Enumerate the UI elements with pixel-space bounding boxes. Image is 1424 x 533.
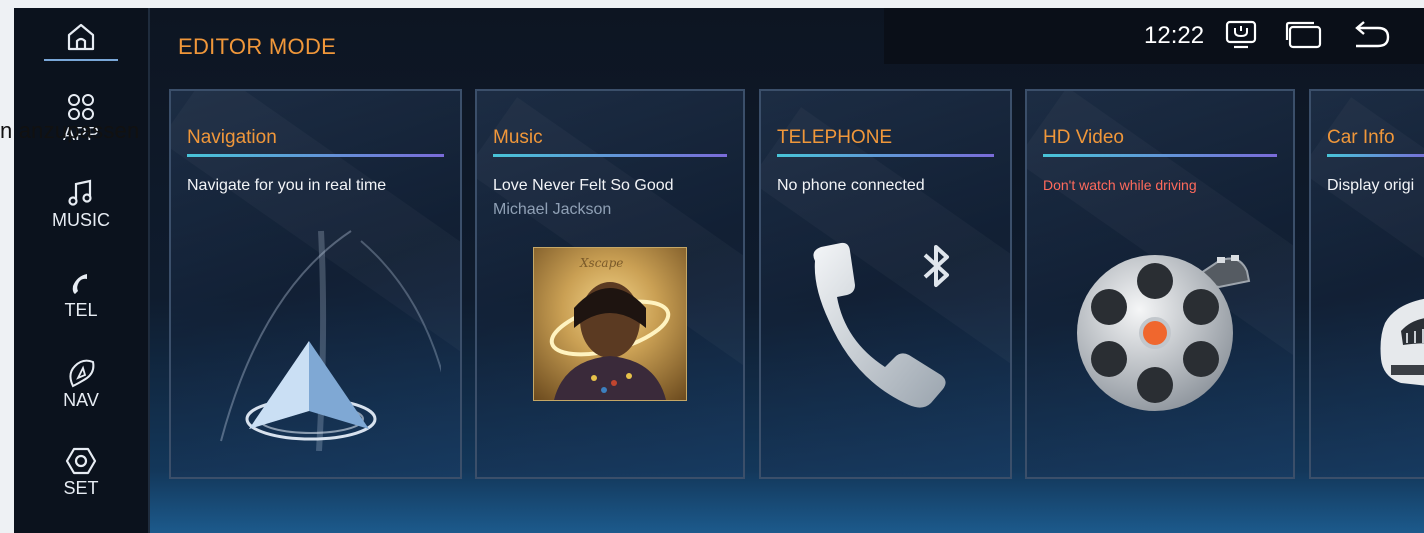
card-title: Music [493,127,543,148]
sidebar-item-music[interactable]: MUSIC [14,178,148,231]
card-divider [777,154,994,157]
card-title: TELEPHONE [777,127,893,148]
card-navigation[interactable]: Navigation Navigate for you in real time [169,89,462,479]
sidebar-item-label: MUSIC [52,210,110,230]
card-subtitle: No phone connected [777,177,925,194]
nav-compass-icon [69,359,95,388]
card-title: Car Info [1327,127,1395,148]
card-car-info[interactable]: Car Info Display origi [1309,89,1424,479]
telephone-handset-icon [813,242,946,408]
card-hd-video[interactable]: HD Video Don't watch while driving [1025,89,1295,479]
clock: 12:22 [1144,22,1205,49]
driving-warning: Don't watch while driving [1043,177,1197,193]
album-portrait [549,282,671,400]
card-music[interactable]: Music Love Never Felt So Good Michael Ja… [475,89,745,479]
album-art: Xscape [533,247,687,401]
back-button[interactable] [1350,20,1392,55]
sidebar-item-nav[interactable]: NAV [14,358,148,411]
page-title: EDITOR MODE [178,34,337,59]
card-telephone[interactable]: TELEPHONE No phone connected [759,89,1012,479]
song-title: Love Never Felt So Good [493,177,674,194]
sidebar-item-label: TEL [64,300,98,320]
screen-icon [1225,20,1257,49]
music-note-icon [68,179,92,206]
sidebar-item-home[interactable] [14,20,148,54]
settings-hexagon-icon [65,447,97,475]
card-title: Navigation [187,127,277,148]
phone-icon [72,274,87,294]
overlay-text: n anzupassen [0,118,140,143]
car-icon [1380,299,1424,386]
card-divider [1043,154,1277,157]
navigation-arrow-icon [220,230,441,451]
film-reel-icon [1077,255,1251,411]
card-subtitle: Display origi [1327,177,1415,194]
sidebar: APP MUSIC TEL NAV SET [14,8,150,533]
window-icon [1285,21,1322,49]
home-icon [67,23,95,51]
window-button[interactable] [1284,20,1324,55]
back-icon [1355,21,1390,48]
card-divider [493,154,727,157]
sidebar-item-tel[interactable]: TEL [14,270,148,321]
sidebar-item-set[interactable]: SET [14,446,148,499]
card-divider [187,154,444,157]
screen-button[interactable] [1224,20,1258,55]
home-indicator [44,59,118,61]
sidebar-item-label: SET [63,478,99,498]
card-divider [1327,154,1424,157]
sidebar-item-label: NAV [63,390,99,410]
card-subtitle: Navigate for you in real time [187,177,387,194]
song-artist: Michael Jackson [493,201,612,218]
head-unit-screen: APP MUSIC TEL NAV SET EDITOR MODE 12:22 … [14,8,1424,533]
card-title: HD Video [1043,127,1124,148]
album-art-text: Xscape [580,256,624,270]
